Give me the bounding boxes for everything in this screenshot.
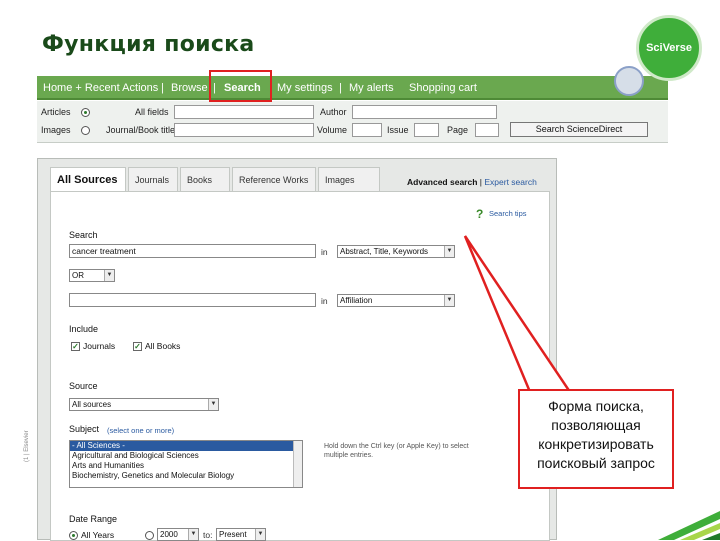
callout-box: Форма поиска, позволяющая конкретизирова… <box>518 389 674 489</box>
callout-text: Форма поиска, позволяющая конкретизирова… <box>537 398 655 471</box>
